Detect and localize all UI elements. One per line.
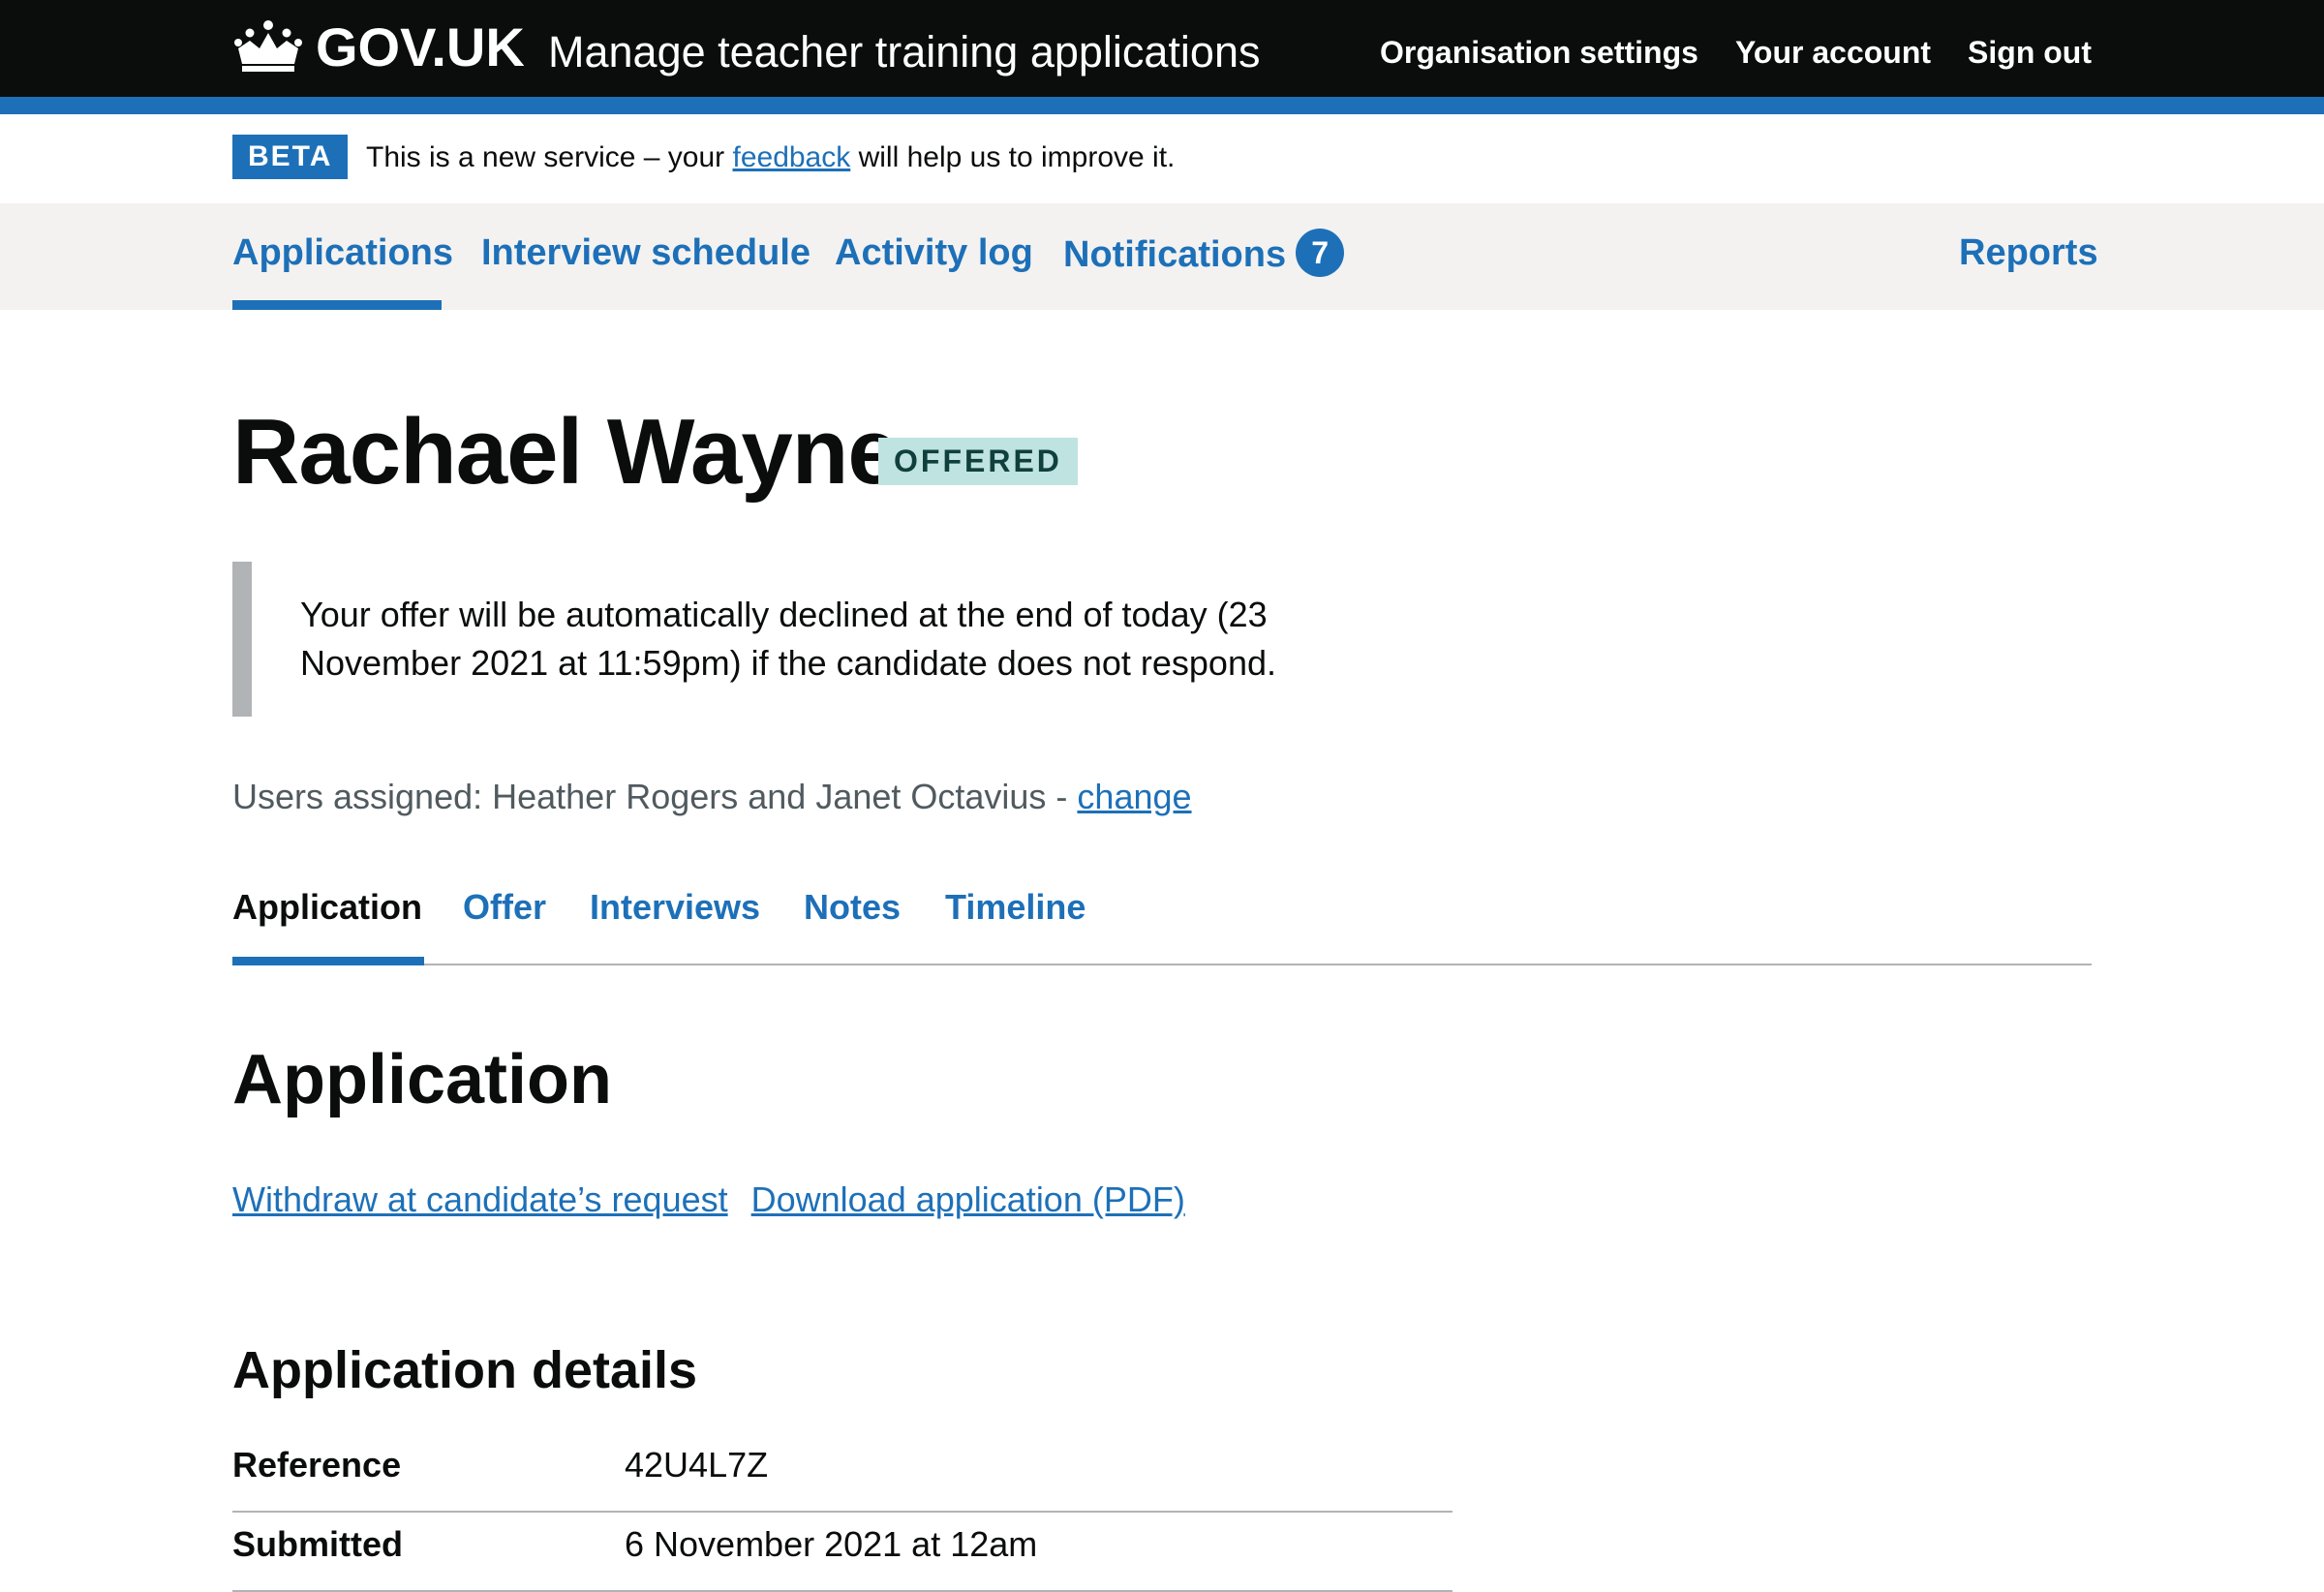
candidate-name-heading: Rachael Wayne <box>232 400 900 504</box>
application-actions: Withdraw at candidate’s request Download … <box>232 1179 1208 1220</box>
header-nav: Organisation settings Your account Sign … <box>1380 35 2092 71</box>
summary-key-reference: Reference <box>232 1445 402 1485</box>
sub-tabs-divider <box>232 964 2092 965</box>
withdraw-at-candidates-request-link[interactable]: Withdraw at candidate’s request <box>232 1179 728 1219</box>
application-heading: Application <box>232 1041 612 1118</box>
sub-tab-active-indicator <box>232 957 424 965</box>
download-application-pdf-link[interactable]: Download application (PDF) <box>751 1179 1185 1219</box>
organisation-settings-link[interactable]: Organisation settings <box>1380 35 1698 71</box>
header-blue-bar <box>0 97 2324 114</box>
site-header: GOV.UK Manage teacher training applicati… <box>0 0 2324 97</box>
tab-application[interactable]: Application <box>232 887 422 928</box>
summary-value-submitted: 6 November 2021 at 12am <box>625 1524 1038 1564</box>
users-assigned-text: Users assigned: Heather Rogers and Janet… <box>232 777 1078 816</box>
nav-item-applications[interactable]: Applications <box>232 232 453 274</box>
nav-item-reports[interactable]: Reports <box>1959 232 2098 274</box>
summary-value-reference: 42U4L7Z <box>625 1445 769 1485</box>
summary-row: Reference 42U4L7Z <box>232 1433 1452 1513</box>
govuk-logo-text: GOV.UK <box>316 15 525 77</box>
phase-text-after: will help us to improve it. <box>850 141 1176 173</box>
nav-item-notifications-label: Notifications <box>1063 234 1287 276</box>
notification-count-badge: 7 <box>1296 229 1345 277</box>
tab-offer[interactable]: Offer <box>463 887 546 928</box>
users-assigned: Users assigned: Heather Rogers and Janet… <box>232 777 1192 817</box>
offer-deadline-text: Your offer will be automatically decline… <box>300 595 1276 683</box>
phase-text-before: This is a new service – your <box>366 141 733 173</box>
nav-item-interview-schedule[interactable]: Interview schedule <box>481 232 810 274</box>
application-sub-navigation: Application Offer Interviews Notes Timel… <box>232 887 2092 965</box>
status-badge: OFFERED <box>878 438 1078 485</box>
service-name[interactable]: Manage teacher training applications <box>548 27 1260 77</box>
tab-notes[interactable]: Notes <box>804 887 901 928</box>
tab-interviews[interactable]: Interviews <box>590 887 760 928</box>
application-details-summary: Reference 42U4L7Z Submitted 6 November 2… <box>232 1433 1452 1592</box>
sign-out-link[interactable]: Sign out <box>1968 35 2092 71</box>
nav-item-notifications[interactable]: Notifications 7 <box>1063 229 1345 281</box>
beta-tag: BETA <box>232 135 349 179</box>
application-details-heading: Application details <box>232 1341 698 1399</box>
summary-row: Submitted 6 November 2021 at 12am <box>232 1513 1452 1592</box>
change-assigned-users-link[interactable]: change <box>1077 777 1191 816</box>
your-account-link[interactable]: Your account <box>1735 35 1931 71</box>
summary-key-submitted: Submitted <box>232 1524 403 1564</box>
offer-deadline-inset: Your offer will be automatically decline… <box>232 562 1336 717</box>
crown-icon <box>234 20 302 72</box>
feedback-link[interactable]: feedback <box>732 141 850 173</box>
nav-item-activity-log[interactable]: Activity log <box>835 232 1033 274</box>
govuk-logo[interactable]: GOV.UK <box>232 15 525 77</box>
phase-banner-text: This is a new service – your feedback wi… <box>366 141 1175 174</box>
nav-active-indicator <box>232 300 442 310</box>
tab-timeline[interactable]: Timeline <box>945 887 1086 928</box>
